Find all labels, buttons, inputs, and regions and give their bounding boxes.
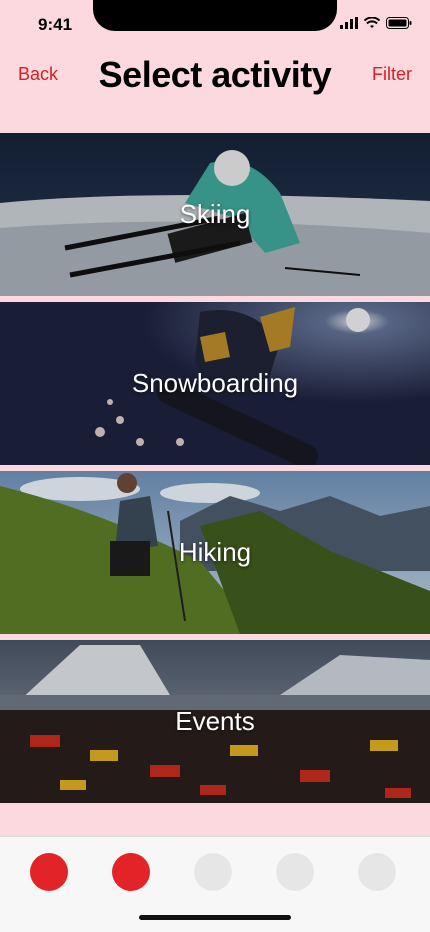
activity-label: Hiking xyxy=(178,537,252,567)
activity-card-skiing[interactable]: Skiing xyxy=(0,133,430,296)
page-dot-4[interactable] xyxy=(276,853,314,891)
wifi-icon xyxy=(364,17,380,28)
page-dot-5[interactable] xyxy=(358,853,396,891)
pagination-bar xyxy=(0,836,430,932)
header: Back Select activity Filter xyxy=(0,48,430,104)
activity-list: Skiing Snowboarding Hiking Events xyxy=(0,133,430,809)
status-time: 9:41 xyxy=(38,15,73,34)
battery-icon xyxy=(386,17,412,29)
status-bar: 9:41 xyxy=(0,0,430,44)
page-title: Select activity xyxy=(98,54,332,95)
activity-label: Events xyxy=(175,706,255,736)
signal-icon xyxy=(340,17,358,29)
activity-card-events[interactable]: Events xyxy=(0,640,430,803)
activity-label: Snowboarding xyxy=(131,368,299,398)
activity-label: Skiing xyxy=(179,199,251,229)
device-notch xyxy=(93,0,337,31)
home-indicator xyxy=(139,915,291,920)
page-dot-2[interactable] xyxy=(112,853,150,891)
filter-button[interactable]: Filter xyxy=(372,64,412,85)
activity-card-snowboarding[interactable]: Snowboarding xyxy=(0,302,430,465)
page-dot-3[interactable] xyxy=(194,853,232,891)
activity-card-hiking[interactable]: Hiking xyxy=(0,471,430,634)
page-dot-1[interactable] xyxy=(30,853,68,891)
status-icons xyxy=(340,17,412,29)
